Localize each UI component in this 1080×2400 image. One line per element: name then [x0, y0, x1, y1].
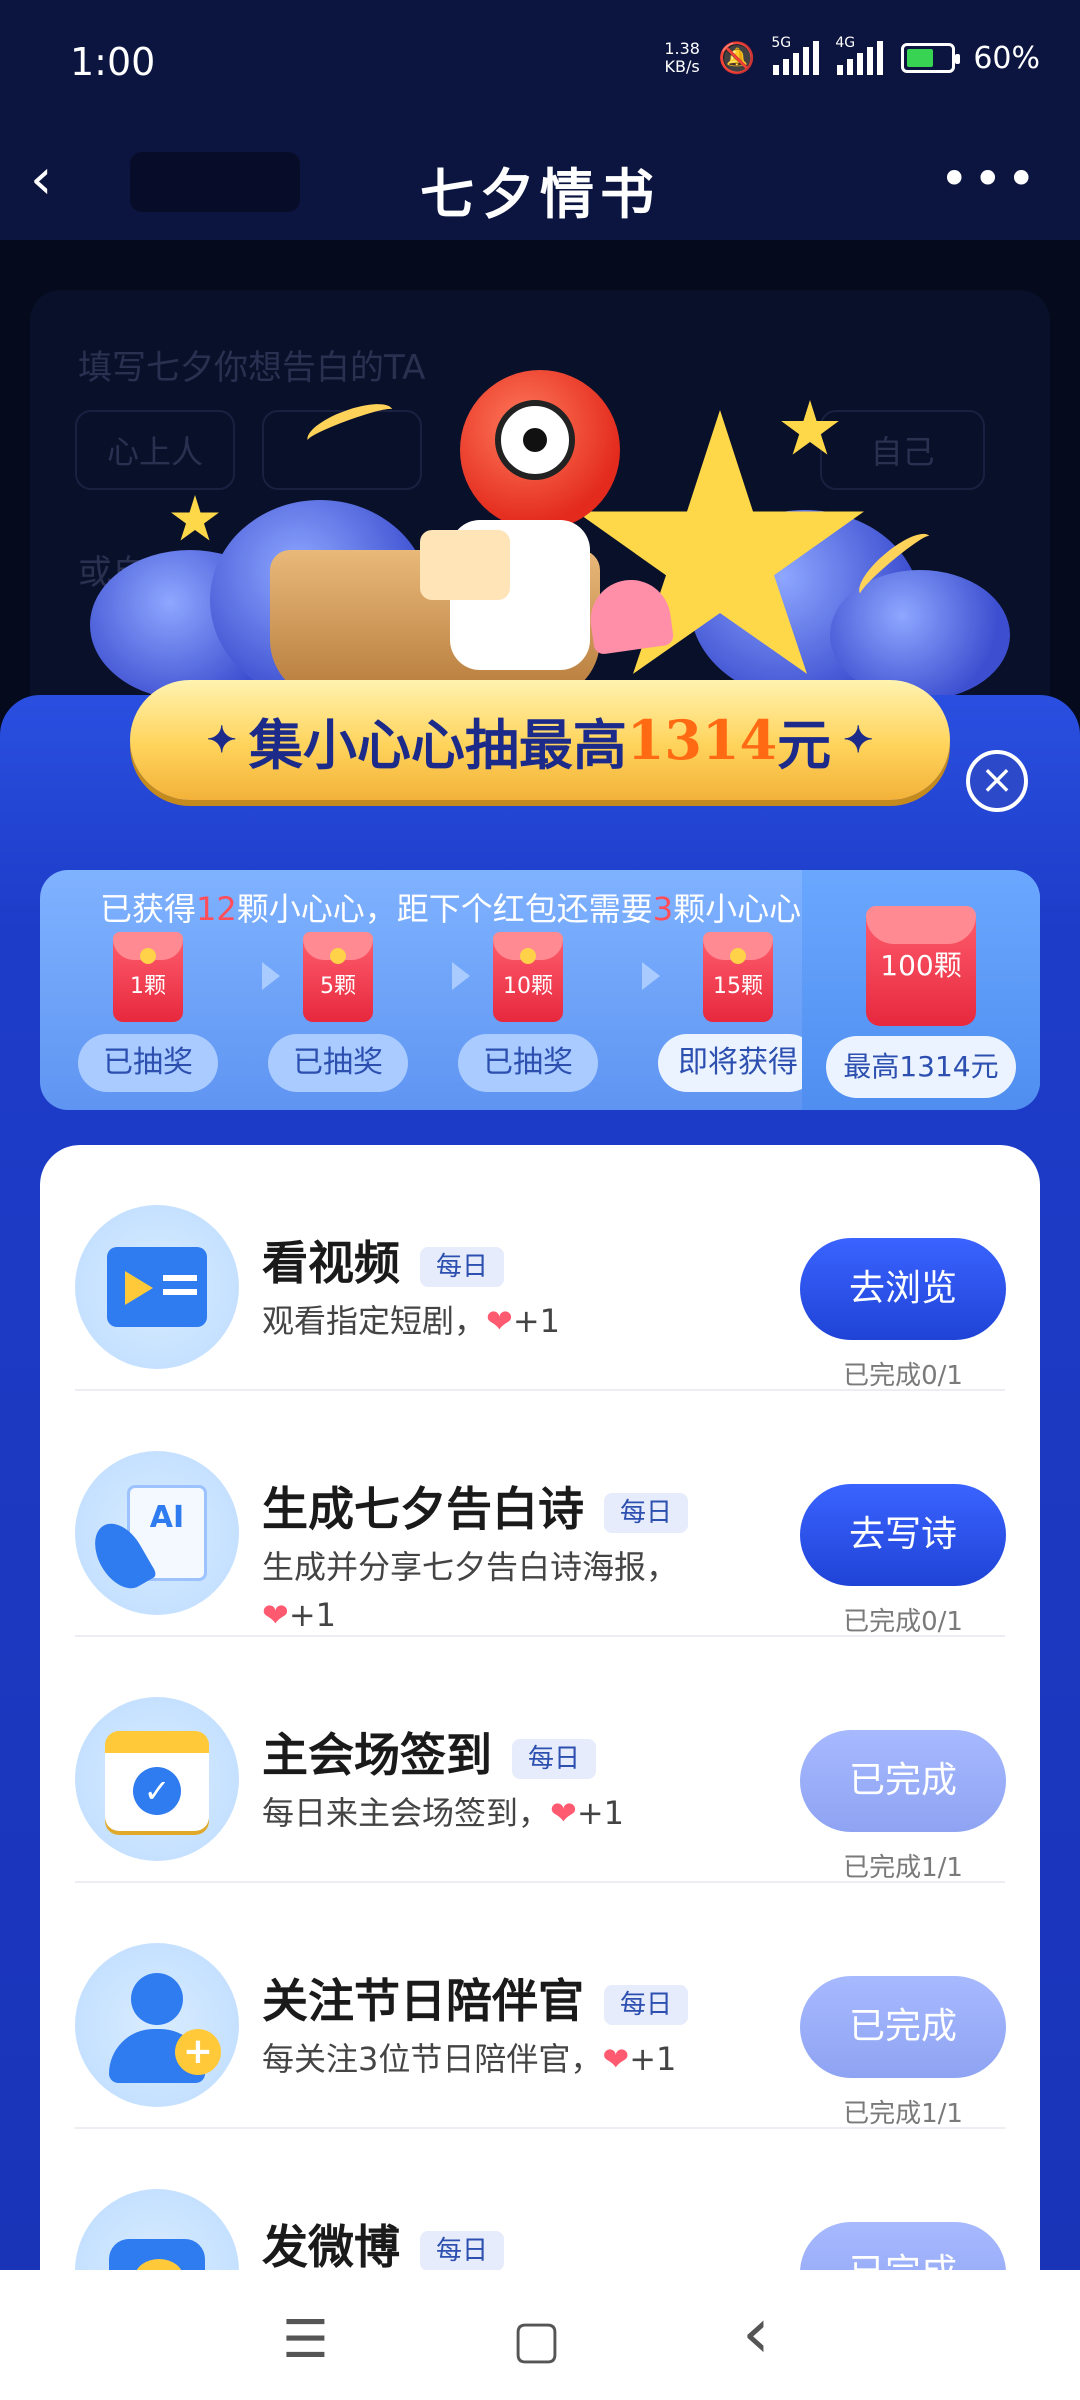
stage-status[interactable]: 即将获得: [658, 1034, 818, 1092]
task-progress: 已完成1/1: [843, 1853, 963, 1883]
progress-card: 已获得12颗小心心，距下个红包还需要3颗小心心 1颗 已抽奖 5颗 已抽奖 10…: [40, 870, 1040, 1110]
daily-badge: 每日: [604, 1492, 689, 1533]
ai-scroll-quill-icon: AI: [75, 1451, 239, 1615]
task-title: 发微博 每日: [262, 2211, 505, 2270]
task-progress: 已完成1/1: [843, 2099, 963, 2129]
star-icon: [781, 400, 839, 455]
sparkle-icon: ✦: [843, 719, 874, 761]
reward-stage: 5颗 已抽奖: [268, 932, 408, 1092]
browse-button[interactable]: 去浏览: [800, 1238, 1006, 1340]
list-item: + 关注节日陪伴官 每日 每关注3位节日陪伴官，❤+1 已完成 已完成1/1: [40, 1883, 1040, 2129]
red-envelope-icon: 15颗: [703, 932, 773, 1022]
video-player-icon: [75, 1205, 239, 1369]
more-options-icon[interactable]: •••: [940, 150, 1040, 208]
list-item: 看视频 每日 观看指定短剧，❤+1 去浏览 已完成0/1: [40, 1145, 1040, 1391]
daily-badge: 每日: [420, 1246, 505, 1287]
red-envelope-icon: 5颗: [303, 932, 373, 1022]
collected-count: 12: [196, 890, 237, 928]
daily-badge: 每日: [420, 2230, 505, 2270]
task-progress: 已完成0/1: [843, 1361, 963, 1391]
red-envelope-icon: 100颗: [866, 906, 976, 1026]
completed-button[interactable]: 已完成: [800, 2222, 1006, 2270]
hero-illustration: [90, 370, 1010, 700]
final-reward-label[interactable]: 最高1314元: [826, 1036, 1016, 1098]
status-time: 1:00: [70, 40, 156, 84]
reward-stage: 10颗 已抽奖: [458, 932, 598, 1092]
task-progress: 已完成0/1: [843, 1607, 963, 1637]
mascot-icon: [460, 370, 620, 530]
swallow-icon: [302, 395, 398, 455]
stage-status[interactable]: 已抽奖: [78, 1034, 218, 1092]
weibo-icon: [75, 2189, 239, 2270]
final-reward-stage: 100颗 最高1314元: [802, 870, 1040, 1110]
write-poem-button[interactable]: 去写诗: [800, 1484, 1006, 1586]
status-icons: 1.38 KB/s 🔕 5G 4G 60%: [664, 35, 1040, 76]
task-title: 主会场签到 每日: [262, 1719, 597, 1785]
signal-5g-icon: 5G: [771, 35, 820, 75]
menu-icon[interactable]: ☰: [282, 2310, 329, 2370]
task-description: 每关注3位节日陪伴官，❤+1: [262, 2040, 677, 2078]
mute-bell-icon: 🔕: [717, 40, 756, 76]
reward-stage: 15颗 即将获得: [658, 932, 818, 1092]
reward-stage: 1颗 已抽奖: [78, 932, 218, 1092]
battery-icon: [901, 43, 961, 73]
top-bar: 1:00 1.38 KB/s 🔕 5G 4G 60% ‹ 七夕情书 •••: [0, 0, 1080, 240]
task-title: 关注节日陪伴官 每日: [262, 1965, 689, 2031]
red-envelope-icon: 10颗: [493, 932, 563, 1022]
net-speed: 1.38 KB/s: [664, 39, 700, 76]
signal-4g-icon: 4G: [835, 35, 884, 75]
nav-bar: ‹ 七夕情书 •••: [0, 120, 1080, 240]
heart-icon: ❤: [602, 2040, 630, 2078]
completed-button[interactable]: 已完成: [800, 1730, 1006, 1832]
list-item: AI 生成七夕告白诗 每日 生成并分享七夕告白诗海报， ❤+1 去写诗 已完成0/1: [40, 1391, 1040, 1637]
page-title: 七夕情书: [420, 163, 660, 226]
close-button[interactable]: ×: [966, 750, 1028, 812]
heart-icon: ❤: [262, 1596, 289, 1634]
sparkle-icon: ✦: [206, 719, 237, 761]
user-add-icon: +: [75, 1943, 239, 2107]
task-title: 生成七夕告白诗 每日: [262, 1473, 689, 1539]
daily-badge: 每日: [512, 1738, 597, 1779]
task-description: 每日来主会场签到，❤+1: [262, 1794, 624, 1832]
red-envelope-icon: 1颗: [113, 932, 183, 1022]
calendar-check-icon: ✓: [75, 1697, 239, 1861]
task-description: 观看指定短剧，❤+1: [262, 1302, 560, 1340]
back-icon[interactable]: ‹: [742, 2292, 770, 2374]
home-icon[interactable]: ▢: [512, 2310, 561, 2370]
heart-icon: ❤: [550, 1794, 577, 1832]
battery-percent: 60%: [973, 40, 1040, 76]
banner-unit: 元: [777, 712, 832, 777]
love-letter-icon: [420, 530, 510, 600]
status-bar: 1:00 1.38 KB/s 🔕 5G 4G 60%: [0, 0, 1080, 120]
star-icon: [171, 495, 219, 541]
daily-badge: 每日: [604, 1984, 689, 2025]
list-item: ✓ 主会场签到 每日 每日来主会场签到，❤+1 已完成 已完成1/1: [40, 1637, 1040, 1883]
banner-text: 集小心心抽最高: [248, 712, 627, 777]
stage-status[interactable]: 已抽奖: [458, 1034, 598, 1092]
task-title: 看视频 每日: [262, 1227, 505, 1293]
heart-icon: ❤: [486, 1302, 513, 1340]
task-list: 看视频 每日 观看指定短剧，❤+1 去浏览 已完成0/1 AI 生成七夕告白诗 每日…: [40, 1145, 1040, 2270]
stage-status[interactable]: 已抽奖: [268, 1034, 408, 1092]
completed-button[interactable]: 已完成: [800, 1976, 1006, 2078]
list-item: 发微博每日 已完成: [40, 2129, 1040, 2270]
remaining-count: 3: [652, 890, 674, 928]
system-nav-bar: ☰ ▢ ‹: [0, 2270, 1080, 2400]
task-description: 生成并分享七夕告白诗海报， ❤+1: [262, 1548, 679, 1634]
banner-amount: 1314: [626, 708, 778, 772]
progress-message: 已获得12颗小心心，距下个红包还需要3颗小心心: [100, 890, 802, 928]
reward-banner: ✦ 集小心心抽最高 1314 元 ✦: [130, 680, 950, 800]
